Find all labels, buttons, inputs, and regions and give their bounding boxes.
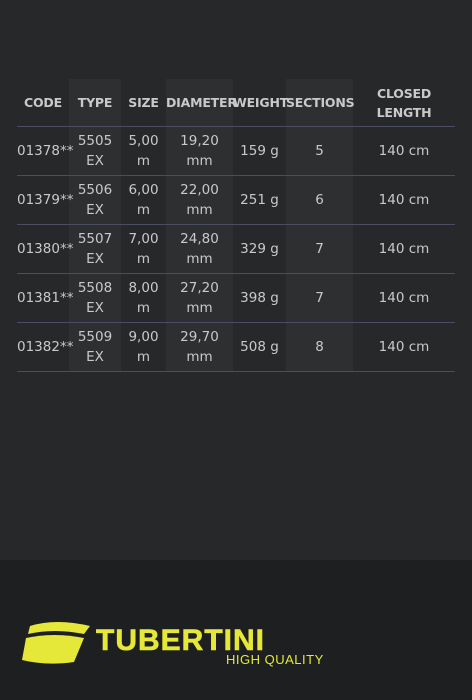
cell-size-line2: m <box>136 300 151 316</box>
cell-type-line2: EX <box>86 349 104 365</box>
header-code: CODE <box>24 95 62 110</box>
cell-sections: 6 <box>286 175 353 225</box>
cell-sections: 8 <box>286 322 353 372</box>
cell-type-line2: EX <box>86 202 104 218</box>
header-closed-length-line2: LENGTH <box>376 104 432 120</box>
cell-type-line1: 5506 <box>77 182 113 198</box>
table-header-row: CODE TYPE SIZE DIAMETER WEIGHT SECTIONS … <box>17 79 455 127</box>
header-diameter: DIAMETER <box>166 79 237 127</box>
brand-logo: TUBERTINI HIGH QUALITY <box>20 620 350 670</box>
cell-type-line1: 5509 <box>77 329 113 345</box>
cell-code: 01378** <box>17 126 73 176</box>
cell-type-line2: EX <box>86 153 104 169</box>
cell-sections: 7 <box>286 273 353 323</box>
cell-code: 01382** <box>17 322 73 372</box>
cell-size-line1: 5,00 <box>128 133 159 149</box>
cell-diameter-line1: 29,70 <box>180 329 219 345</box>
table-row: 01379** 5506 EX 6,00 m 22,00 mm 251 g 6 140… <box>17 175 455 225</box>
table-row: 01381** 5508 EX 8,00 m 27,20 mm 398 g 7 14… <box>17 273 455 323</box>
cell-type: 5505 EX <box>69 126 121 176</box>
cell-closed-length: 140 cm <box>353 175 455 225</box>
cell-code: 01380** <box>17 224 73 274</box>
cell-diameter-line1: 22,00 <box>180 182 219 198</box>
cell-closed-length: 140 cm <box>353 224 455 274</box>
cell-type-line1: 5508 <box>77 280 113 296</box>
cell-type: 5506 EX <box>69 175 121 225</box>
cell-type: 5508 EX <box>69 273 121 323</box>
cell-diameter-line1: 24,80 <box>180 231 219 247</box>
header-closed-length: CLOSED LENGTH <box>353 79 455 127</box>
header-type: TYPE <box>69 79 121 127</box>
cell-size: 5,00 m <box>121 126 166 176</box>
header-closed-length-line1: CLOSED <box>376 85 432 101</box>
header-weight: WEIGHT <box>233 95 289 110</box>
brand-tagline: HIGH QUALITY <box>226 652 324 667</box>
cell-diameter: 22,00 mm <box>166 175 233 225</box>
table-row: 01380** 5507 EX 7,00 m 24,80 mm 329 g 7 14… <box>17 224 455 274</box>
cell-sections: 5 <box>286 126 353 176</box>
cell-closed-length: 140 cm <box>353 322 455 372</box>
cell-weight: 508 g <box>233 322 286 372</box>
cell-weight: 398 g <box>233 273 286 323</box>
cell-diameter-line1: 19,20 mm <box>180 133 219 169</box>
cell-type: 5509 EX <box>69 322 121 372</box>
table-row: 01382** 5509 EX 9,00 m 29,70 mm 508 g 8 140… <box>17 322 455 372</box>
cell-diameter: 24,80 mm <box>166 224 233 274</box>
cell-type-line1: 5507 <box>77 231 113 247</box>
cell-size: 9,00 m <box>121 322 166 372</box>
cell-closed-length: 140 cm <box>353 273 455 323</box>
cell-sections: 7 <box>286 224 353 274</box>
cell-type-line2: EX <box>86 300 104 316</box>
cell-diameter-line2: mm <box>186 349 213 365</box>
cell-code: 01381** <box>17 273 73 323</box>
cell-diameter: 19,20 mm <box>166 126 233 176</box>
cell-type-line1: 5505 <box>77 133 113 149</box>
tubertini-swoosh-icon <box>22 622 90 664</box>
cell-diameter-line2: mm <box>186 202 213 218</box>
cell-size-line1: 7,00 m <box>128 231 159 267</box>
cell-size: 8,00 m <box>121 273 166 323</box>
cell-size-line2: m <box>136 153 151 169</box>
table-row: 01378** 5505 EX 5,00 m 19,20 mm 159 g 5 14… <box>17 126 455 176</box>
cell-diameter-line2: mm <box>186 251 213 267</box>
cell-diameter: 27,20 mm <box>166 273 233 323</box>
cell-size-line1: 8,00 <box>128 280 159 296</box>
header-sections: SECTIONS <box>286 79 355 127</box>
cell-weight: 159 g <box>233 126 286 176</box>
cell-size-line2: m <box>136 349 151 365</box>
cell-size-line1: 9,00 <box>128 329 159 345</box>
cell-closed-length: 140 cm <box>353 126 455 176</box>
cell-type-line2: EX <box>86 251 104 267</box>
cell-size: 7,00 m <box>121 224 166 274</box>
cell-type: 5507 EX <box>69 224 121 274</box>
spec-table: CODE TYPE SIZE DIAMETER WEIGHT SECTIONS … <box>17 79 455 372</box>
cell-weight: 329 g <box>233 224 286 274</box>
header-size: SIZE <box>128 95 159 110</box>
cell-size-line1: 6,00 <box>128 182 159 198</box>
cell-size-line2: m <box>136 202 151 218</box>
cell-size: 6,00 m <box>121 175 166 225</box>
cell-weight: 251 g <box>233 175 286 225</box>
cell-diameter: 29,70 mm <box>166 322 233 372</box>
cell-code: 01379** <box>17 175 73 225</box>
cell-diameter-line1: 27,20 mm <box>180 280 219 316</box>
